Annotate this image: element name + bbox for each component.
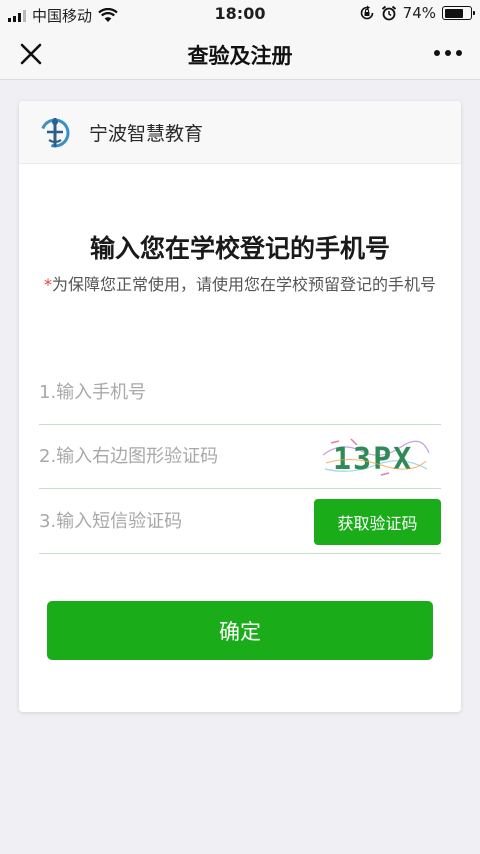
school-logo-icon bbox=[40, 118, 70, 148]
confirm-button[interactable]: 确定 bbox=[47, 601, 433, 660]
required-mark: * bbox=[43, 275, 52, 294]
orientation-lock-icon bbox=[360, 5, 373, 20]
status-right: 74% bbox=[359, 4, 475, 22]
battery-icon bbox=[442, 6, 475, 20]
nav-bar: 查验及注册 bbox=[0, 28, 480, 80]
registration-card: 宁波智慧教育 输入您在学校登记的手机号 *为保障您正常使用，请使用您在学校预留登… bbox=[19, 101, 461, 712]
page-title: 查验及注册 bbox=[187, 44, 293, 68]
captcha-image[interactable]: 13PX bbox=[321, 435, 431, 479]
sms-field: 获取验证码 bbox=[39, 490, 441, 554]
more-icon[interactable] bbox=[434, 50, 462, 56]
get-sms-code-button[interactable]: 获取验证码 bbox=[314, 499, 441, 545]
sms-code-input[interactable] bbox=[39, 501, 299, 542]
phone-input[interactable] bbox=[39, 372, 299, 413]
form-subtitle: *为保障您正常使用，请使用您在学校预留登记的手机号 bbox=[39, 271, 441, 299]
status-bar: 中国移动 18:00 74% bbox=[0, 0, 480, 28]
form-title: 输入您在学校登记的手机号 bbox=[89, 234, 390, 263]
battery-percent: 74% bbox=[402, 4, 436, 22]
school-name: 宁波智慧教育 bbox=[89, 122, 204, 145]
form-subtitle-text: 为保障您正常使用，请使用您在学校预留登记的手机号 bbox=[51, 275, 436, 294]
phone-field bbox=[39, 361, 441, 425]
captcha-field: 13PX bbox=[39, 425, 441, 489]
card-header: 宁波智慧教育 bbox=[19, 101, 461, 164]
alarm-icon bbox=[381, 5, 396, 21]
captcha-input[interactable] bbox=[39, 436, 299, 477]
